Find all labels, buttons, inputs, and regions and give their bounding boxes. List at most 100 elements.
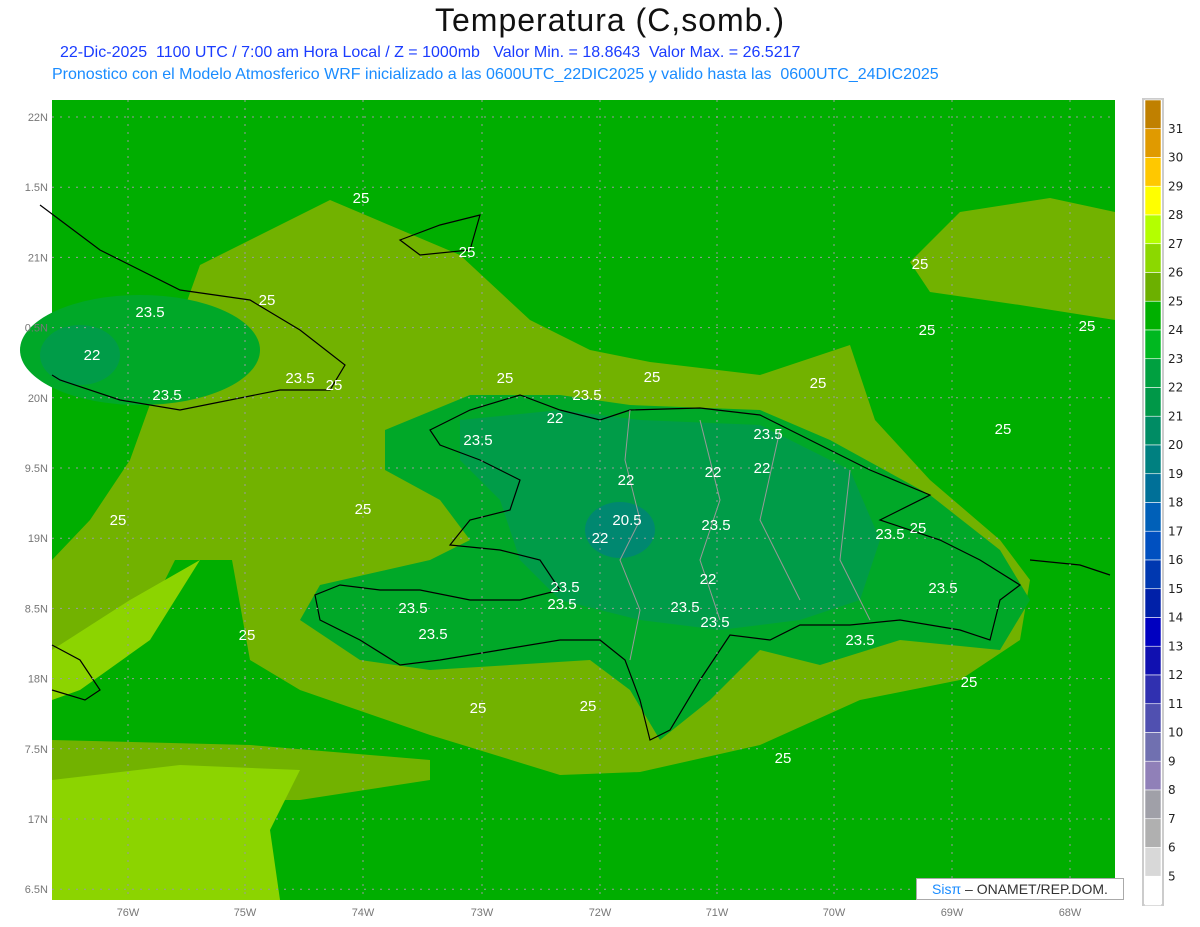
- colorbar-label: 19: [1168, 467, 1183, 481]
- contour-label: 25: [1079, 318, 1096, 335]
- colorbar-swatch: [1144, 502, 1162, 532]
- lon-tick-label: 69W: [941, 907, 964, 919]
- contour-label: 22: [592, 530, 609, 547]
- colorbar-swatch: [1144, 559, 1162, 590]
- colorbar-label: 24: [1168, 323, 1183, 337]
- lon-tick-label: 70W: [823, 907, 846, 919]
- colorbar-label: 10: [1168, 726, 1183, 740]
- colorbar-swatch: [1144, 329, 1162, 360]
- colorbar-label: 26: [1168, 266, 1183, 280]
- colorbar-swatch: [1144, 875, 1162, 906]
- temperature-map: 25252523.52223.5 2523.52525 252523.525 2525…: [20, 98, 1183, 919]
- colorbar-label: 25: [1168, 294, 1183, 308]
- colorbar-swatch: [1144, 444, 1162, 475]
- colorbar-swatch: [1144, 358, 1162, 388]
- contour-label: 22: [754, 460, 771, 477]
- colorbar: 31 30 29 28 27 26 25 24 23 22 21 20 19 18 17 16 15 14 13 12…: [1142, 98, 1183, 906]
- lon-tick-label: 68W: [1059, 907, 1082, 919]
- colorbar-label: 6: [1168, 841, 1176, 855]
- contour-label: 22: [700, 571, 717, 588]
- colorbar-swatch: [1144, 818, 1162, 848]
- contour-label: 25: [355, 501, 372, 518]
- contour-label: 22: [705, 464, 722, 481]
- colorbar-swatch: [1144, 272, 1162, 302]
- contour-label: 23.5: [670, 599, 699, 616]
- lat-tick-label: 6.5N: [25, 884, 48, 896]
- colorbar-label: 31: [1168, 122, 1183, 136]
- colorbar-label: 22: [1168, 381, 1183, 395]
- colorbar-swatch: [1144, 530, 1162, 561]
- colorbar-label: 27: [1168, 237, 1183, 251]
- colorbar-label: 7: [1168, 812, 1176, 826]
- lon-tick-label: 75W: [234, 907, 257, 919]
- lat-tick-label: 7.5N: [25, 744, 48, 756]
- colorbar-label: 8: [1168, 783, 1176, 797]
- contour-label: 23.5: [700, 614, 729, 631]
- contour-label: 25: [644, 369, 661, 386]
- contour-label: 23.5: [572, 387, 601, 404]
- colorbar-swatch: [1144, 214, 1162, 245]
- lon-tick-label: 73W: [471, 907, 494, 919]
- lat-tick-label: 22N: [28, 112, 48, 124]
- contour-label: 23.5: [418, 626, 447, 643]
- logo-sis: Sisπ: [932, 881, 962, 897]
- contour-label: 25: [497, 370, 514, 387]
- lat-tick-label: 18N: [28, 674, 48, 686]
- contour-label: 20.5: [612, 512, 641, 529]
- colorbar-swatch: [1144, 99, 1162, 130]
- contour-label: 23.5: [135, 304, 164, 321]
- colorbar-swatch: [1144, 185, 1162, 216]
- field-22-23-cuba: [40, 325, 120, 385]
- colorbar-swatch: [1144, 243, 1162, 273]
- lon-tick-label: 76W: [117, 907, 140, 919]
- lat-tick-label: 17N: [28, 814, 48, 826]
- colorbar-swatch: [1144, 760, 1162, 791]
- colorbar-swatch: [1144, 387, 1162, 417]
- colorbar-swatch: [1144, 617, 1162, 647]
- contour-label: 25: [995, 421, 1012, 438]
- colorbar-label: 28: [1168, 208, 1183, 222]
- contour-label: 23.5: [550, 579, 579, 596]
- lat-tick-label: 8.5N: [25, 603, 48, 615]
- colorbar-swatch: [1144, 674, 1162, 705]
- colorbar-swatch: [1144, 128, 1162, 158]
- colorbar-swatch: [1144, 473, 1162, 503]
- colorbar-swatch: [1144, 847, 1162, 877]
- contour-label: 25: [910, 520, 927, 537]
- colorbar-label: 17: [1168, 524, 1183, 538]
- colorbar-label: 11: [1168, 697, 1183, 711]
- lon-tick-label: 71W: [706, 907, 729, 919]
- contour-label: 25: [919, 322, 936, 339]
- lat-tick-label: 21N: [28, 252, 48, 264]
- contour-label: 25: [580, 698, 597, 715]
- contour-label: 23.5: [753, 426, 782, 443]
- colorbar-swatch: [1144, 415, 1162, 446]
- colorbar-label: 13: [1168, 639, 1183, 653]
- contour-label: 23.5: [152, 387, 181, 404]
- contour-label: 25: [110, 512, 127, 529]
- contour-label: 23.5: [701, 517, 730, 534]
- contour-label: 25: [353, 190, 370, 207]
- onamet-logo: Sisπ – ONAMET/REP.DOM.: [916, 878, 1124, 900]
- contour-label: 22: [547, 410, 564, 427]
- lat-tick-label: 20N: [28, 393, 48, 405]
- colorbar-label: 21: [1168, 409, 1183, 423]
- contour-label: 23.5: [928, 580, 957, 597]
- colorbar-label: 29: [1168, 179, 1183, 193]
- colorbar-label: 30: [1168, 151, 1183, 165]
- temperature-field: [20, 100, 1115, 900]
- colorbar-label: 16: [1168, 553, 1183, 567]
- colorbar-swatch: [1144, 157, 1162, 187]
- lat-tick-label: 1.5N: [25, 182, 48, 194]
- colorbar-label: 9: [1168, 754, 1176, 768]
- colorbar-label: 23: [1168, 352, 1183, 366]
- contour-label: 23.5: [845, 632, 874, 649]
- contour-label: 25: [810, 375, 827, 392]
- lon-tick-label: 74W: [352, 907, 375, 919]
- lat-tick-label: 19N: [28, 533, 48, 545]
- contour-label: 23.5: [285, 370, 314, 387]
- field-26-27: [52, 765, 300, 900]
- contour-label: 25: [459, 244, 476, 261]
- contour-label: 25: [912, 256, 929, 273]
- colorbar-swatch: [1144, 789, 1162, 820]
